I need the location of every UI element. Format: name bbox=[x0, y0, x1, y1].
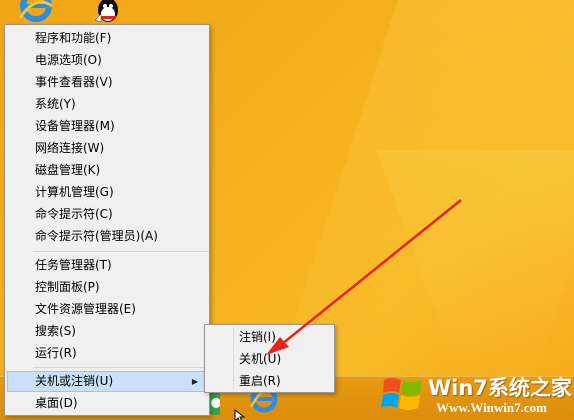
annotation-arrow-icon bbox=[266, 199, 462, 355]
